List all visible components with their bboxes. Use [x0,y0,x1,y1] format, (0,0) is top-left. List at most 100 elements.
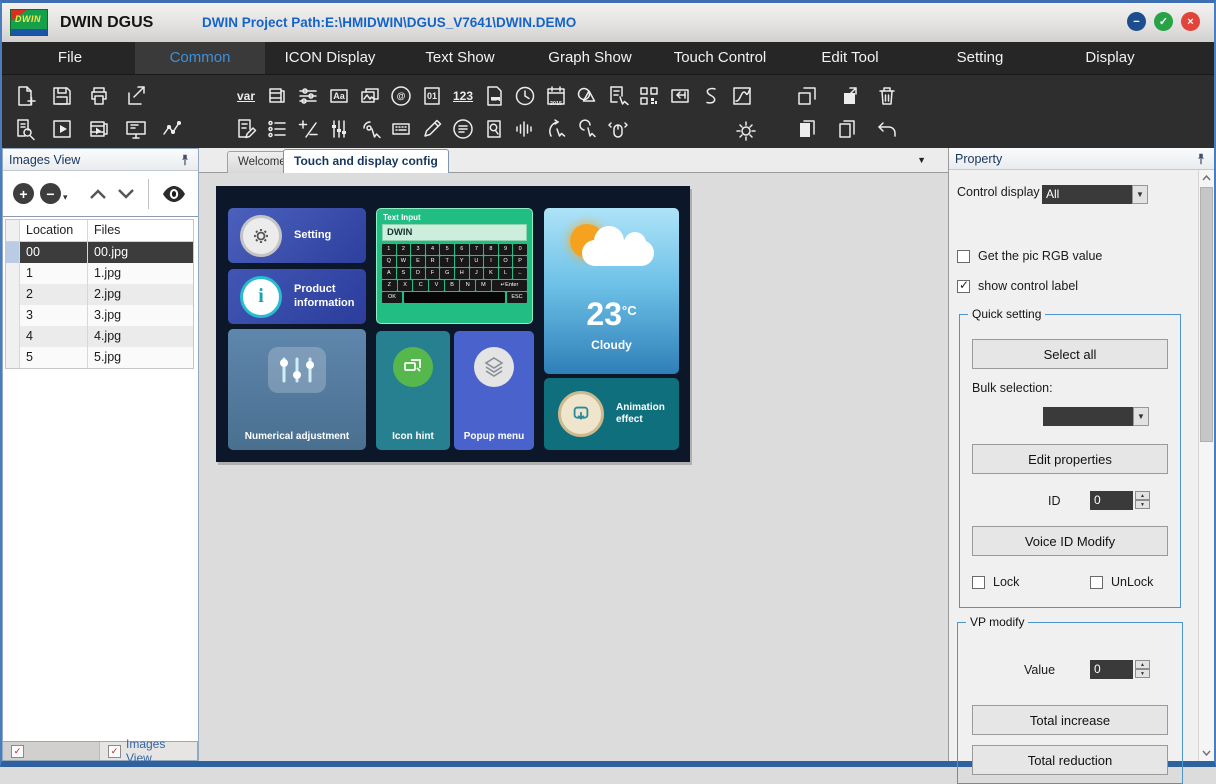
digit-display-icon[interactable]: 01 [417,81,447,111]
keyboard-key[interactable]: P [513,256,527,267]
bulk-selection-select[interactable] [1043,407,1133,426]
select-all-button[interactable]: Select all [972,339,1168,369]
keyboard-key[interactable]: 2 [397,244,411,255]
keyboard-key[interactable]: 0 [513,244,527,255]
text-input-field[interactable]: DWIN [382,224,527,241]
table-row[interactable]: 0000.jpg [6,242,193,263]
keyboard-key[interactable]: F [426,268,440,279]
duplicate-outline-icon[interactable] [832,114,862,144]
design-canvas[interactable]: Setting i Product information Text Input… [216,186,690,462]
pencil-icon[interactable] [417,114,447,144]
menu-item-edit-tool[interactable]: Edit Tool [785,42,915,74]
keyboard-key[interactable]: L [499,268,513,279]
duplicate-icon[interactable] [792,114,822,144]
keyboard-key[interactable]: S [397,268,411,279]
qr-code-icon[interactable] [634,81,664,111]
keyboard-key[interactable]: A [382,268,396,279]
dock-tab[interactable]: ✓ [3,742,100,760]
film-icon[interactable] [262,81,292,111]
keyboard-key[interactable]: D [411,268,425,279]
menu-item-display[interactable]: Display [1045,42,1175,74]
keyboard-key[interactable]: I [484,256,498,267]
keyboard-key[interactable]: Z [382,280,397,291]
save-icon[interactable] [47,81,77,111]
menu-item-text-show[interactable]: Text Show [395,42,525,74]
id-spin-down-icon[interactable]: ▼ [1135,500,1150,509]
zoom-in-icon[interactable]: + [13,183,34,204]
keyboard-ok-key[interactable]: OK [382,292,402,303]
value-spin-down-icon[interactable]: ▼ [1135,669,1150,678]
unlock-checkbox[interactable] [1090,576,1103,589]
delete-icon[interactable] [872,81,902,111]
keyboard-key[interactable]: W [397,256,411,267]
voice-id-modify-button[interactable]: Voice ID Modify [972,526,1168,556]
keyboard-key[interactable]: M [476,280,491,291]
video-play-icon[interactable] [84,114,114,144]
at-circle-icon[interactable]: @ [386,81,416,111]
keyboard-key[interactable]: 8 [484,244,498,255]
edit-properties-button[interactable]: Edit properties [972,444,1168,474]
show-control-label-checkbox[interactable] [957,280,970,293]
zoom-dropdown-icon[interactable]: ▾ [63,192,68,203]
keyboard-key[interactable]: N [460,280,475,291]
icon-hint-tile[interactable]: Icon hint [376,331,450,450]
maximize-button[interactable]: ✓ [1154,12,1173,31]
menu-item-file[interactable]: File [5,42,135,74]
keyboard-key[interactable]: 7 [470,244,484,255]
sliders-icon[interactable] [293,81,323,111]
find-document-icon[interactable] [10,114,40,144]
tab-list-dropdown-icon[interactable]: ▼ [917,155,926,165]
keyboard-key[interactable]: T [440,256,454,267]
mouse-icon[interactable] [603,114,633,144]
menu-item-touch-control[interactable]: Touch Control [655,42,785,74]
keyboard-key[interactable]: U [470,256,484,267]
scroll-up-icon[interactable] [1199,170,1214,186]
keyboard-key[interactable]: K [484,268,498,279]
menu-item-setting[interactable]: Setting [915,42,1045,74]
table-row[interactable]: 55.jpg [6,347,193,368]
move-down-icon[interactable] [116,187,136,201]
list-icon[interactable] [262,114,292,144]
clock-icon[interactable] [510,81,540,111]
bulk-selection-dropdown-icon[interactable]: ▼ [1133,407,1149,426]
doc-edit-icon[interactable] [231,114,261,144]
screen-preview-icon[interactable] [121,114,151,144]
scrollbar-thumb[interactable] [1200,187,1213,442]
popup-menu-tile[interactable]: Popup menu [454,331,534,450]
table-row[interactable]: 33.jpg [6,305,193,326]
setting-tile[interactable]: Setting [228,208,366,263]
keyboard-key[interactable]: 9 [499,244,513,255]
menu-item-icon-display[interactable]: ICON Display [265,42,395,74]
control-display-dropdown-icon[interactable]: ▼ [1132,185,1148,204]
menu-item-graph-show[interactable]: Graph Show [525,42,655,74]
s-coil-icon[interactable] [696,81,726,111]
table-row[interactable]: 44.jpg [6,326,193,347]
page-circle-icon[interactable] [448,114,478,144]
keyboard-key[interactable]: 5 [440,244,454,255]
keyboard-key[interactable]: E [411,256,425,267]
keyboard-key[interactable]: R [426,256,440,267]
table-row[interactable]: 22.jpg [6,284,193,305]
keyboard-key[interactable]: 1 [382,244,396,255]
audio-icon[interactable] [510,114,540,144]
keyboard-key[interactable]: ← [513,268,527,279]
lock-checkbox[interactable] [972,576,985,589]
shapes-icon[interactable] [572,81,602,111]
value-spin-up-icon[interactable]: ▲ [1135,660,1150,669]
txt-file-icon[interactable]: TXT [479,81,509,111]
id-input[interactable]: 0 [1090,491,1133,510]
form-touch-icon[interactable] [603,81,633,111]
total-reduction-button[interactable]: Total reduction [972,745,1168,775]
keyboard-key[interactable]: J [470,268,484,279]
menu-item-common[interactable]: Common [135,42,265,74]
sliders-vertical-icon[interactable] [324,114,354,144]
new-file-icon[interactable] [10,81,40,111]
on-screen-keyboard[interactable]: 1234567890QWERTYUIOPASDFGHJKL←ZXCVBNM↵En… [382,244,527,291]
text-input-tile[interactable]: Text Input DWIN 1234567890QWERTYUIOPASDF… [376,208,533,324]
plus-minus-icon[interactable] [293,114,323,144]
keyboard-key[interactable]: ↵Enter [492,280,527,291]
zoom-out-icon[interactable]: − [40,183,61,204]
keyboard-key[interactable]: G [440,268,454,279]
brightness-icon[interactable] [731,116,761,146]
variable-icon[interactable]: var [231,81,261,111]
